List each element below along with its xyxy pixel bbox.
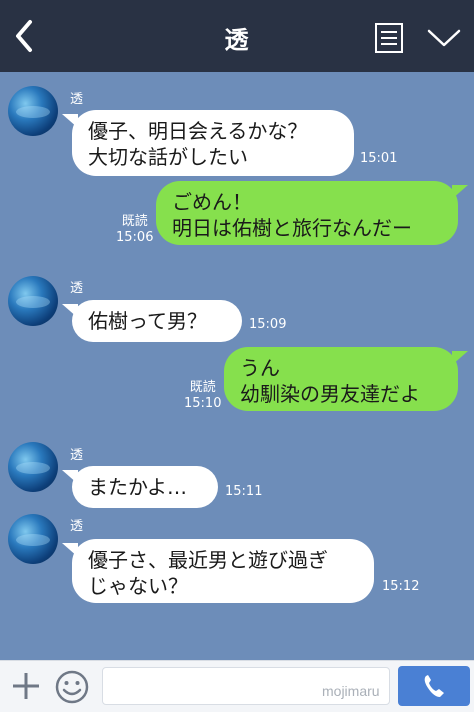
avatar[interactable] xyxy=(8,442,58,492)
message-time: 15:12 xyxy=(382,579,420,594)
bubble-tail xyxy=(452,351,468,365)
avatar[interactable] xyxy=(8,514,58,564)
message-read-status: 既読 15:10 xyxy=(184,380,221,412)
message-bubble[interactable]: 優子さ、最近男と遊び過ぎ じゃない？ xyxy=(72,539,374,603)
sender-name: 透 xyxy=(70,519,84,534)
avatar[interactable] xyxy=(8,86,58,136)
message-bubble[interactable]: 優子、明日会えるかな？ 大切な話がしたい xyxy=(72,110,354,176)
chevron-down-icon[interactable] xyxy=(426,26,462,50)
chat-header: 透 xyxy=(0,0,474,72)
message-time: 15:10 xyxy=(184,396,222,411)
message-read-status: 既読 15:06 xyxy=(116,214,153,246)
read-label: 既読 xyxy=(121,214,148,229)
message-bubble[interactable]: またかよ… xyxy=(72,466,218,508)
message-time: 15:06 xyxy=(116,230,154,245)
watermark: mojimaru xyxy=(322,683,380,699)
list-icon[interactable] xyxy=(374,22,404,54)
message-bubble[interactable]: うん 幼馴染の男友達だよ xyxy=(224,347,458,411)
message-time: 15:09 xyxy=(249,317,287,332)
read-label: 既読 xyxy=(189,380,216,395)
smiley-icon[interactable] xyxy=(54,669,90,705)
message-bubble[interactable]: 佑樹って男？ xyxy=(72,300,242,342)
sender-name: 透 xyxy=(70,281,84,296)
phone-icon xyxy=(424,675,444,697)
sender-name: 透 xyxy=(70,92,84,107)
message-time: 15:11 xyxy=(225,484,263,499)
bubble-tail xyxy=(452,185,468,199)
plus-icon[interactable] xyxy=(10,670,42,702)
message-time: 15:01 xyxy=(360,151,398,166)
sender-name: 透 xyxy=(70,448,84,463)
message-bubble[interactable]: ごめん！ 明日は佑樹と旅行なんだー xyxy=(156,181,458,245)
call-button[interactable] xyxy=(398,666,470,706)
avatar[interactable] xyxy=(8,276,58,326)
